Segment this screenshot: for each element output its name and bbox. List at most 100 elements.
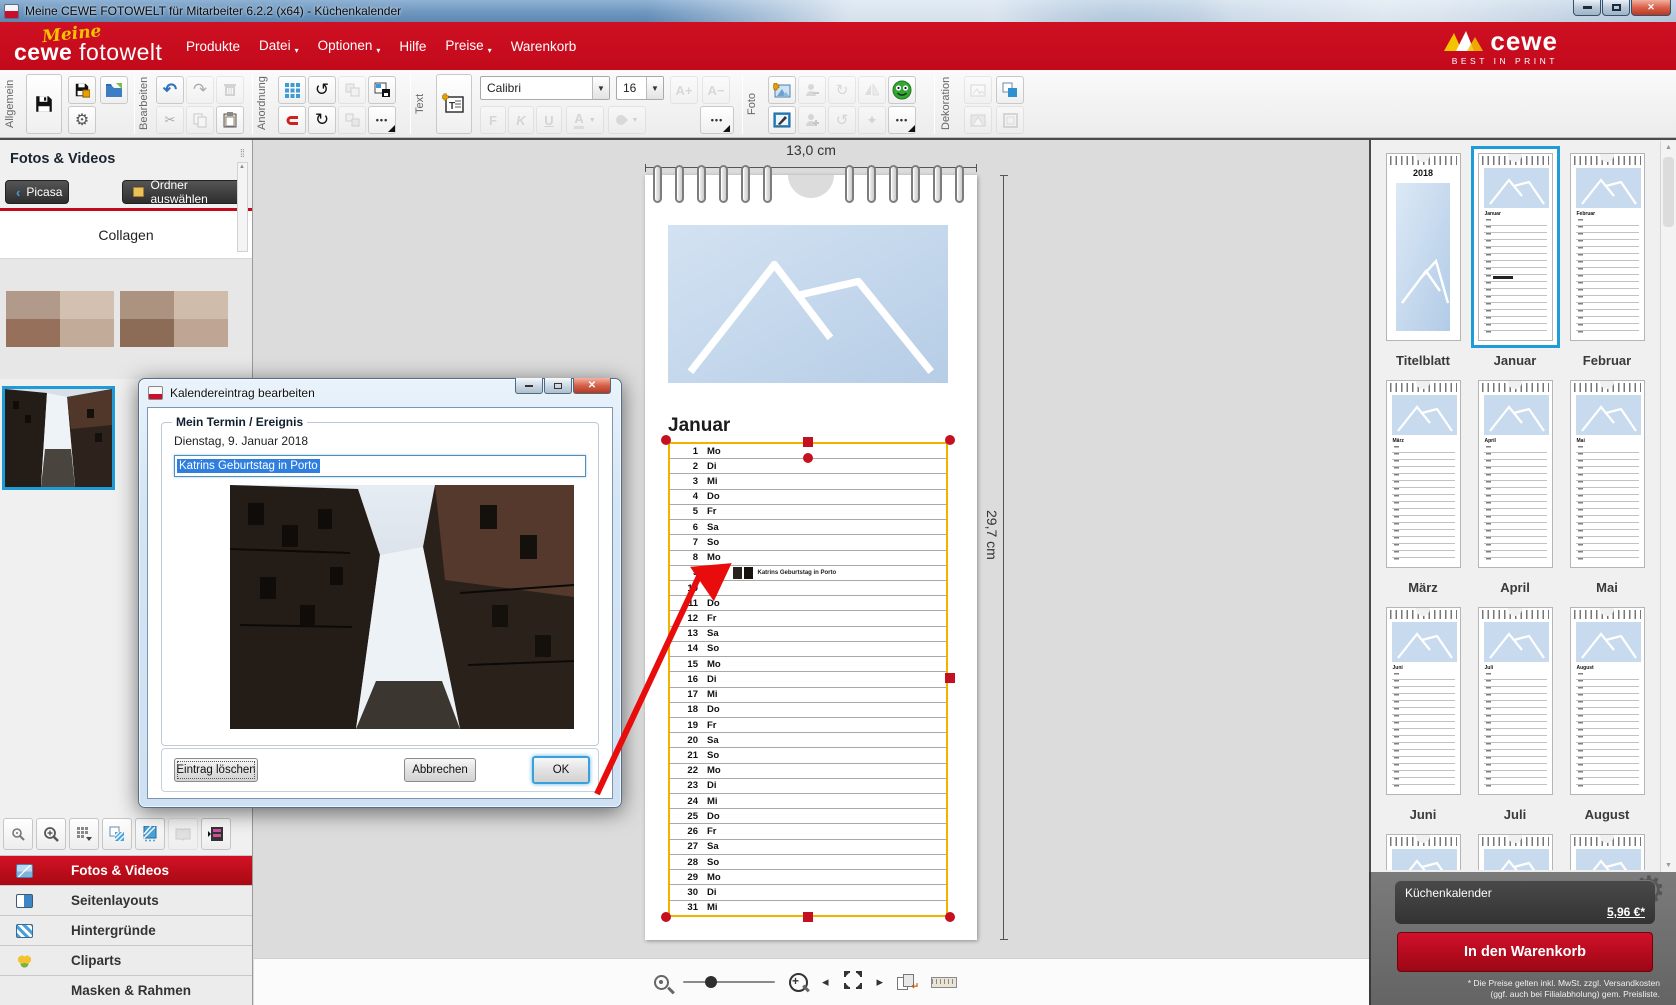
calendar-day-row[interactable]: 18 Do: [670, 702, 946, 717]
settings-button[interactable]: ⚙: [68, 106, 96, 134]
calendar-grid[interactable]: 1 Mo 2 Di 3 Mi: [668, 442, 948, 917]
calendar-day-row[interactable]: 7 So: [670, 534, 946, 549]
save-as-button[interactable]: [68, 76, 96, 104]
minimize-button[interactable]: [1573, 0, 1601, 16]
sidebar-nav-item[interactable]: Fotos & Videos: [0, 855, 252, 885]
sidebar-nav-item[interactable]: Hintergründe: [0, 915, 252, 945]
calendar-day-row[interactable]: 19 Fr: [670, 717, 946, 732]
add-to-cart-button[interactable]: In den Warenkorb: [1397, 932, 1653, 972]
edit-photo-button[interactable]: [768, 106, 796, 134]
fullscreen-button[interactable]: [843, 970, 863, 995]
film-strip-button[interactable]: [201, 818, 231, 850]
calendar-day-row[interactable]: 6 Sa: [670, 519, 946, 534]
selection-handle-top-right[interactable]: [945, 435, 955, 445]
dialog-maximize-button[interactable]: [544, 378, 572, 394]
zoom-in-icon[interactable]: +: [789, 973, 808, 992]
calendar-day-row[interactable]: 8 Mo: [670, 550, 946, 565]
next-page-button[interactable]: ▸: [877, 974, 884, 990]
calendar-page-thumb[interactable]: April April: [1469, 373, 1561, 600]
product-summary[interactable]: Küchenkalender 5,96 €*: [1395, 880, 1655, 924]
calendar-day-row[interactable]: 14 So: [670, 641, 946, 656]
entry-text-input[interactable]: Katrins Geburtstag in Porto: [174, 455, 586, 477]
calendar-page-thumb[interactable]: Februar Februar: [1561, 146, 1653, 373]
fit-page-button[interactable]: ↵: [897, 974, 917, 990]
menu-item[interactable]: Preise▾: [445, 38, 491, 55]
calendar-day-row[interactable]: 4 Do: [670, 489, 946, 504]
calendar-day-row[interactable]: 5 Fr: [670, 504, 946, 519]
close-button[interactable]: ✕: [1631, 0, 1671, 16]
zoom-small-button[interactable]: [3, 818, 33, 850]
previous-page-button[interactable]: ◂: [822, 974, 829, 990]
calendar-day-row[interactable]: 30 Di: [670, 884, 946, 899]
calendar-day-row[interactable]: 22 Mo: [670, 763, 946, 778]
save-button[interactable]: [26, 74, 62, 134]
dialog-close-button[interactable]: ✕: [573, 378, 611, 394]
calendar-day-row[interactable]: 10 Mi: [670, 580, 946, 595]
calendar-entry[interactable]: Katrins Geburtstag in Porto: [733, 567, 837, 579]
photo-more-button[interactable]: •••: [888, 106, 916, 134]
calendar-day-row[interactable]: 11 Do: [670, 595, 946, 610]
add-photo-button[interactable]: [768, 76, 796, 104]
selection-rotate-handle[interactable]: [803, 453, 813, 463]
calendar-page-thumb[interactable]: [1469, 827, 1561, 870]
paste-button[interactable]: [216, 106, 244, 134]
red-eye-button[interactable]: [888, 76, 916, 104]
font-family-dropdown-arrow[interactable]: ▼: [592, 77, 609, 99]
calendar-day-row[interactable]: 9 Di Katrins Geburtstag in Porto: [670, 565, 946, 580]
cancel-button[interactable]: Abbrechen: [404, 758, 476, 782]
text-more-button[interactable]: •••: [700, 106, 734, 134]
calendar-day-row[interactable]: 27 Sa: [670, 839, 946, 854]
calendar-day-row[interactable]: 25 Do: [670, 808, 946, 823]
calendar-day-row[interactable]: 29 Mo: [670, 869, 946, 884]
maximize-button[interactable]: [1602, 0, 1630, 16]
calendar-day-row[interactable]: 28 So: [670, 854, 946, 869]
calendar-day-row[interactable]: 24 Mi: [670, 793, 946, 808]
view-grid-button[interactable]: [69, 818, 99, 850]
menu-item[interactable]: Warenkorb: [511, 39, 577, 54]
scrollbar-thumb[interactable]: [1663, 157, 1674, 227]
calendar-page-thumb[interactable]: [1377, 827, 1469, 870]
save-layout-button[interactable]: [368, 76, 396, 104]
ruler-toggle-button[interactable]: [931, 977, 957, 988]
zoom-plus-button[interactable]: [36, 818, 66, 850]
add-text-button[interactable]: T: [436, 74, 472, 134]
choose-folder-button[interactable]: Ordner auswählen: [122, 180, 246, 204]
ok-button[interactable]: OK: [532, 756, 590, 784]
selection-handle-bottom-left[interactable]: [661, 912, 671, 922]
scroll-up-icon[interactable]: ▲: [1665, 144, 1672, 151]
selection-handle-right-center[interactable]: [945, 673, 955, 683]
calendar-page-thumb[interactable]: August August: [1561, 600, 1653, 827]
calendar-page-thumb[interactable]: Juni Juni: [1377, 600, 1469, 827]
selection-handle-top-center[interactable]: [803, 437, 813, 447]
zoom-slider-knob[interactable]: [705, 976, 717, 988]
calendar-page-thumb[interactable]: Januar Januar: [1469, 146, 1561, 373]
pages-scrollbar[interactable]: ▲ ▼: [1660, 141, 1676, 872]
calendar-day-row[interactable]: 26 Fr: [670, 823, 946, 838]
product-price[interactable]: 5,96 €*: [1607, 905, 1645, 919]
panel-grip-icon[interactable]: ⁞⁞: [240, 148, 244, 160]
calendar-day-row[interactable]: 20 Sa: [670, 732, 946, 747]
calendar-day-row[interactable]: 16 Di: [670, 671, 946, 686]
deco-color-area-button[interactable]: [996, 76, 1024, 104]
menu-item[interactable]: Hilfe: [399, 39, 426, 54]
calendar-day-row[interactable]: 23 Di: [670, 778, 946, 793]
calendar-page-thumb[interactable]: 2018: [1377, 146, 1469, 373]
photo-placeholder[interactable]: [668, 225, 948, 383]
grid-button[interactable]: [278, 76, 306, 104]
delete-entry-button[interactable]: Eintrag löschen: [174, 758, 258, 782]
used-photos-button[interactable]: [102, 818, 132, 850]
font-size-select[interactable]: 16 ▼: [616, 76, 664, 100]
dialog-minimize-button[interactable]: [515, 378, 543, 394]
calendar-page-thumb[interactable]: Mai Mai: [1561, 373, 1653, 600]
calendar-page-thumb[interactable]: Juli Juli: [1469, 600, 1561, 827]
open-button[interactable]: [100, 76, 128, 104]
menu-item[interactable]: Optionen▾: [318, 38, 381, 55]
calendar-day-row[interactable]: 21 So: [670, 747, 946, 762]
photo-thumbnail-selected[interactable]: [2, 386, 115, 490]
calendar-day-row[interactable]: 17 Mi: [670, 687, 946, 702]
selection-handle-top-left[interactable]: [661, 435, 671, 445]
calendar-page[interactable]: Januar 1 Mo 2 Di 3: [645, 175, 977, 940]
zoom-slider[interactable]: [683, 974, 775, 990]
menu-item[interactable]: Produkte: [186, 39, 240, 54]
magnet-button[interactable]: [278, 106, 306, 134]
